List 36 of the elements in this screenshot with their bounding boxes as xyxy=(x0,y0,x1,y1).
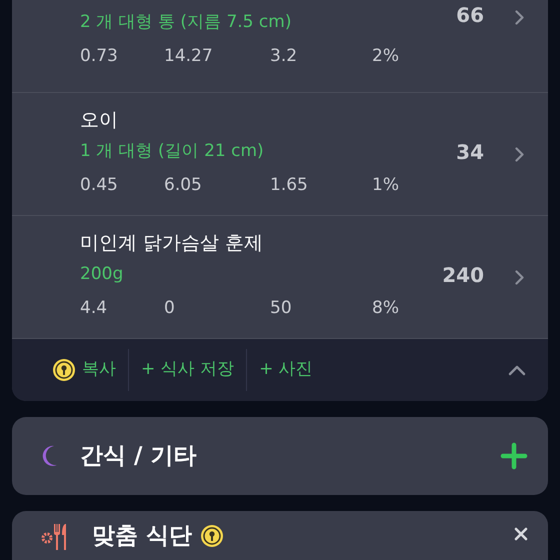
food-row[interactable]: 2 개 대형 통 (지름 7.5 cm) 0.73 14.27 3.2 2% 66 xyxy=(12,0,548,93)
food-portion: 1 개 대형 (길이 21 cm) xyxy=(80,140,264,163)
food-row[interactable]: 오이 1 개 대형 (길이 21 cm) 0.45 6.05 1.65 1% 34 xyxy=(12,93,548,216)
chevron-right-icon[interactable] xyxy=(515,270,524,286)
section-title: 맞춤 식단 xyxy=(92,522,192,551)
food-name: 미인계 닭가슴살 훈제 xyxy=(80,231,264,256)
calorie-value: 240 xyxy=(442,262,484,289)
nutrient-value: 14.27 xyxy=(164,45,214,68)
section-card[interactable]: 맞춤 식단 xyxy=(12,511,548,560)
action-button[interactable]: + 식사 저장 xyxy=(128,349,246,391)
close-icon[interactable] xyxy=(514,527,528,541)
food-portion: 2 개 대형 통 (지름 7.5 cm) xyxy=(80,11,292,34)
nutrient-value: 0 xyxy=(164,297,176,320)
nutrient-value: 8% xyxy=(372,297,399,320)
action-button[interactable]: + 사진 xyxy=(246,349,325,391)
nutrient-value: 0.73 xyxy=(80,45,119,68)
nutrient-value: 1.65 xyxy=(270,174,309,197)
chevron-right-icon[interactable] xyxy=(515,10,524,26)
nutrient-value: 6.05 xyxy=(164,174,203,197)
plus-icon[interactable] xyxy=(500,442,528,470)
food-name: 오이 xyxy=(80,108,118,133)
nutrient-value: 2% xyxy=(372,45,399,68)
nutrient-value: 0.45 xyxy=(80,174,119,197)
chevron-up-icon[interactable] xyxy=(508,364,526,376)
nutrient-value: 4.4 xyxy=(80,297,108,320)
calorie-value: 66 xyxy=(456,2,484,29)
section-card[interactable]: 간식 / 기타 xyxy=(12,417,548,495)
food-portion: 200g xyxy=(80,263,124,286)
chevron-right-icon[interactable] xyxy=(515,147,524,162)
action-button[interactable]: 복사 xyxy=(40,349,128,391)
nutrient-value: 3.2 xyxy=(270,45,298,68)
calorie-value: 34 xyxy=(456,139,484,166)
nutrient-value: 1% xyxy=(372,174,399,197)
moon-icon xyxy=(40,445,58,467)
section-title: 간식 / 기타 xyxy=(80,442,196,471)
nutrient-value: 50 xyxy=(270,297,293,320)
